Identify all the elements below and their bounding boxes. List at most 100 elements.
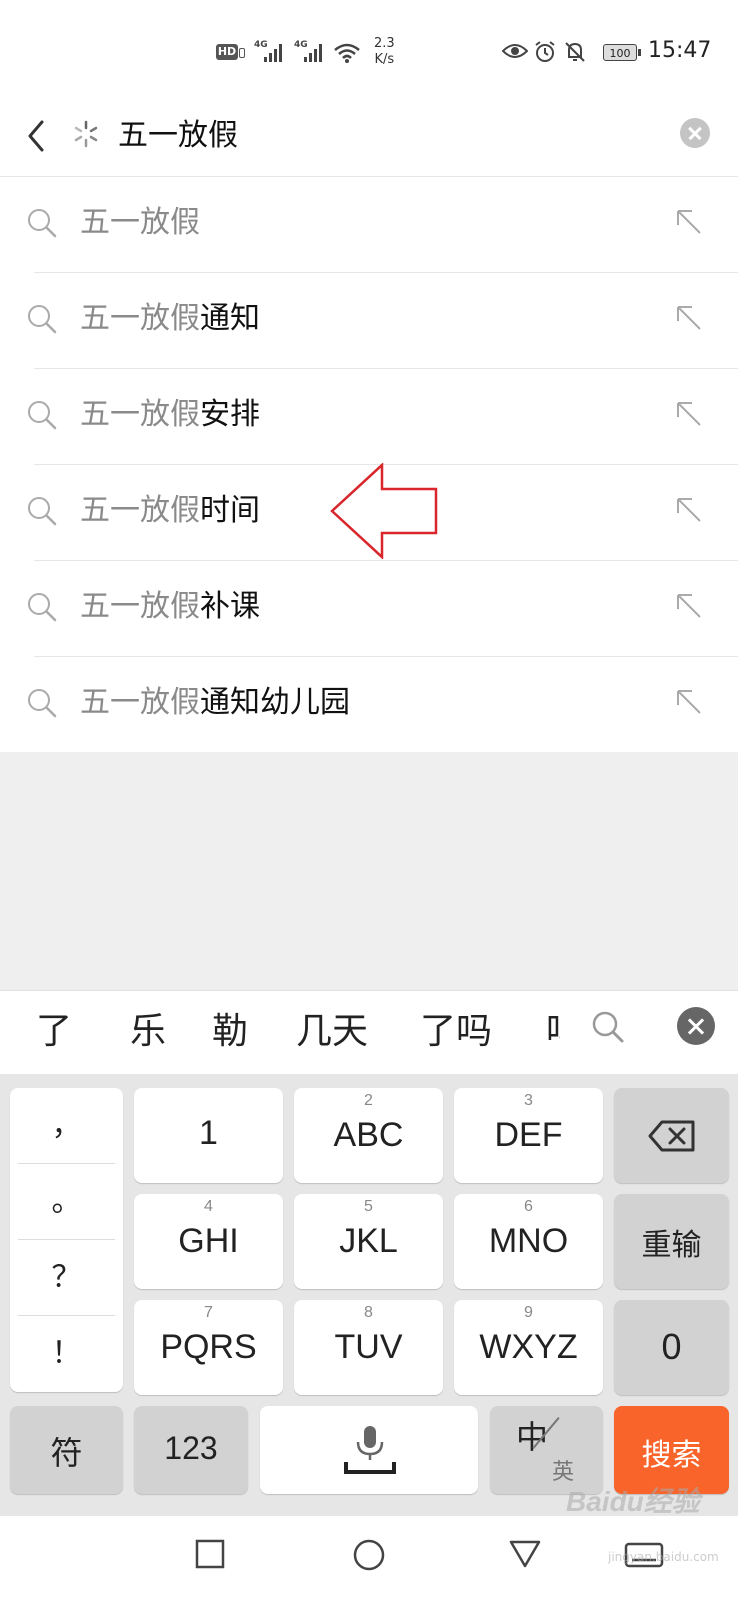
wifi-icon [334, 43, 360, 63]
key-0[interactable]: 0 [614, 1300, 729, 1395]
search-icon [28, 689, 57, 718]
key-wxyz[interactable]: 9 WXYZ [454, 1300, 603, 1395]
network-speed-value: 2.3 [374, 36, 395, 51]
suggestion-prefix: 五一放假 [80, 205, 200, 240]
symbols-key[interactable]: 符 [10, 1406, 123, 1494]
watermark-url: jingyan.baidu.com [608, 1550, 719, 1564]
search-icon [28, 401, 57, 430]
punctuation-key[interactable]: ！ [18, 1316, 115, 1391]
key-1[interactable]: 1 [134, 1088, 283, 1183]
key-label: DEF [494, 1116, 563, 1154]
candidate-word[interactable]: 了 [36, 1009, 72, 1055]
recents-square-icon[interactable] [194, 1538, 226, 1570]
backspace-key[interactable] [614, 1088, 729, 1183]
volte-icon [239, 48, 245, 58]
key-label: 1 [199, 1114, 218, 1152]
key-label: MNO [488, 1222, 569, 1260]
back-triangle-icon[interactable] [508, 1538, 542, 1570]
suggestion-item[interactable]: 五一放假通知幼儿园 [28, 657, 738, 752]
search-icon [28, 593, 57, 622]
key-def[interactable]: 3 DEF [454, 1088, 603, 1183]
suggestion-prefix: 五一放假 [80, 493, 200, 528]
key-label: 搜索 [641, 1439, 702, 1472]
network-speed-unit: K/s [374, 52, 395, 67]
search-icon [28, 209, 57, 238]
key-label: 符 [50, 1435, 83, 1471]
key-jkl[interactable]: 5 JKL [294, 1194, 443, 1289]
candidate-word[interactable]: 勒 [212, 1009, 248, 1055]
home-circle-icon[interactable] [352, 1538, 386, 1572]
search-header: 五一放假 [0, 100, 738, 177]
key-pqrs[interactable]: 7 PQRS [134, 1300, 283, 1395]
suggestion-text: 五一放假通知幼儿园 [80, 683, 350, 723]
watermark-logo: Baidu经验 [566, 1486, 700, 1517]
keyboard: ， 。 ？ ！ 1 2 ABC 3 DEF 4 GHI 5 JKL 6 MNO … [0, 1074, 738, 1516]
candidate-word[interactable]: 了吗 [420, 1009, 492, 1055]
punctuation-key[interactable]: ？ [18, 1240, 115, 1316]
candidate-overflow: 吗 [546, 1009, 560, 1059]
suggestion-item[interactable]: 五一放假 [28, 177, 738, 273]
candidate-word[interactable]: 乐 [130, 1009, 166, 1055]
key-label: TUV [334, 1328, 403, 1366]
silent-bell-icon [565, 42, 585, 62]
search-input[interactable]: 五一放假 [118, 112, 238, 160]
key-label: WXYZ [479, 1328, 578, 1366]
suggestion-suffix: 安排 [200, 397, 260, 432]
fill-query-arrow-icon[interactable] [674, 591, 704, 621]
suggestion-item[interactable]: 五一放假补课 [28, 561, 738, 657]
key-number: 9 [524, 1304, 533, 1321]
reenter-key[interactable]: 重输 [614, 1194, 729, 1289]
key-label: 0 [661, 1326, 682, 1367]
punctuation-column: ， 。 ？ ！ [10, 1088, 123, 1392]
suggestion-suffix: 通知幼儿园 [200, 685, 350, 720]
network-speed: 2.3 K/s [374, 36, 395, 68]
numbers-key[interactable]: 123 [134, 1406, 248, 1494]
key-number: 8 [364, 1304, 373, 1321]
candidate-word[interactable]: 几天 [296, 1009, 368, 1055]
suggestion-prefix: 五一放假 [80, 685, 200, 720]
key-number: 7 [204, 1304, 213, 1321]
key-abc[interactable]: 2 ABC [294, 1088, 443, 1183]
back-arrow-icon[interactable] [22, 116, 52, 156]
key-number: 3 [524, 1092, 533, 1109]
suggestion-suffix: 补课 [200, 589, 260, 624]
fill-query-arrow-icon[interactable] [674, 207, 704, 237]
signal-strength-icon [264, 44, 282, 62]
suggestion-text: 五一放假安排 [80, 395, 260, 435]
key-label: 重输 [641, 1229, 702, 1262]
candidate-word[interactable]: 吗 [546, 1009, 560, 1055]
key-mno[interactable]: 6 MNO [454, 1194, 603, 1289]
key-ghi[interactable]: 4 GHI [134, 1194, 283, 1289]
fill-query-arrow-icon[interactable] [674, 399, 704, 429]
battery-icon: 100 [603, 44, 641, 61]
clear-search-button[interactable] [680, 118, 710, 148]
fill-query-arrow-icon[interactable] [674, 687, 704, 717]
suggestion-text: 五一放假 [80, 203, 200, 243]
key-number: 2 [364, 1092, 373, 1109]
key-label: ABC [333, 1116, 404, 1154]
punctuation-key[interactable]: 。 [18, 1164, 115, 1240]
annotation-arrow-icon [330, 463, 438, 559]
signal-strength-icon-2 [304, 44, 322, 62]
loading-spinner-icon [74, 120, 98, 148]
close-candidates-button[interactable] [677, 1007, 715, 1045]
suggestion-text: 五一放假补课 [80, 587, 260, 627]
search-icon[interactable] [590, 1009, 626, 1045]
backspace-icon [648, 1120, 695, 1152]
fill-query-arrow-icon[interactable] [674, 303, 704, 333]
suggestion-item[interactable]: 五一放假通知 [28, 273, 738, 369]
suggestion-item[interactable]: 五一放假安排 [28, 369, 738, 465]
alarm-icon [535, 41, 555, 62]
key-label: PQRS [160, 1328, 257, 1366]
status-bar: HD 4G 4G 2.3 K/s 100 15:47 [0, 0, 738, 100]
search-icon [28, 305, 57, 334]
fill-query-arrow-icon[interactable] [674, 495, 704, 525]
space-key[interactable] [260, 1406, 478, 1494]
microphone-icon [344, 1426, 396, 1474]
punctuation-key[interactable]: ， [18, 1088, 115, 1164]
suggestion-text: 五一放假通知 [80, 299, 260, 339]
suggestion-suffix: 通知 [200, 301, 260, 336]
clock: 15:47 [648, 38, 712, 63]
suggestion-prefix: 五一放假 [80, 397, 200, 432]
key-tuv[interactable]: 8 TUV [294, 1300, 443, 1395]
